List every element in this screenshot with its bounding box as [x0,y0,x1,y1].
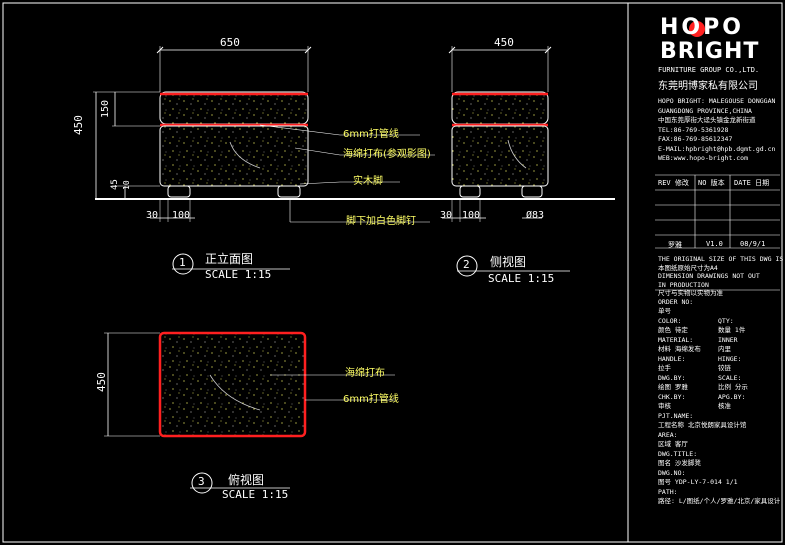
field-order: ORDER NO: 单号 [658,298,694,315]
side-cushion [451,91,549,125]
front-leg-left [167,185,191,198]
field-dwg-title: DWG.TITLE: 图名 沙发脚凳 [658,450,701,467]
front-foot-dim-b: 100 [172,210,191,221]
side-width-dim: 450 [494,36,514,49]
field-dwg-no: DWG.NO: 图号 YDP-LY-7-014 1/1 [658,469,738,486]
company-line: WEB:www.hopo-bright.com [658,154,749,162]
top-depth-dim: 450 [95,372,108,392]
title-block-fields: ORDER NO: 单号 COLOR: 颜色 待定 QTY: 数量 1件 MATER… [658,298,780,507]
top-outline [158,331,307,438]
front-leg-dim-1: 45 [110,179,120,190]
side-body [451,125,549,187]
rev-version: V1.0 [706,240,723,248]
rev-header: REV 修改 [658,179,689,187]
company-line: GUANGDONG PROVINCE,CHINA [658,106,752,115]
front-width-dim: 650 [220,36,240,49]
label-top-piping: 6mm打管线 [343,394,399,405]
logo-group: FURNITURE GROUP CO.,LTD. [658,66,760,74]
field-material: MATERIAL: 材料 海绵发布 INNER 内里 [658,336,738,353]
side-leg-left [459,185,481,198]
rev-name: 罗雅 [668,241,682,249]
label-fabric: 海绵打布(参观影图) [343,149,431,160]
note-line: 本图纸原始尺寸为A4 [658,263,718,272]
company-info: HOPO BRIGHT: MALEGOUSE DONGGAN GUANGDONG… [658,97,775,164]
no-header: NO 版本 [698,179,725,187]
front-view-number: 1 [179,256,186,269]
top-view-scale: SCALE 1:15 [222,488,289,501]
company-line: E-MAIL:hpbright@hpb.dgmt.gd.cn [658,144,776,153]
title-block: HOPO BRIGHT FURNITURE GROUP CO.,LTD. 东莞明… [630,5,785,540]
front-view-title: 正立面图 [205,252,254,266]
top-view-title: 俯视图 [228,473,265,487]
label-top-fabric: 海绵打布 [345,368,385,379]
company-line: 中国东莞厚街大迳头镇金龙新街道 [658,116,756,124]
field-color: COLOR: 颜色 待定 QTY: 数量 1件 [658,317,746,334]
top-view [104,331,395,438]
side-foot-dim-b: 100 [462,210,481,221]
field-handle: HANDLE: 拉手 HINGE: 铰链 [658,355,742,372]
logo-hopo: HOPO [660,15,744,40]
front-body [159,125,309,187]
front-cushion-dim: 150 [100,99,111,118]
label-glides: 脚下加白色脚钉 [346,216,416,227]
side-view-number: 2 [463,258,470,271]
note-line: THE ORIGINAL SIZE OF THIS DWG IS A4 [658,255,785,263]
note-line: 尺寸与实物以实物为准 [658,289,723,297]
front-foot-dim-a: 30 [146,210,159,221]
front-height-dim: 450 [72,115,85,135]
field-chk-by: CHK.BY: 审核 APG.BY: 核准 [658,393,746,410]
side-leg-right [521,185,543,198]
notes: THE ORIGINAL SIZE OF THIS DWG IS A4 本图纸原… [658,255,785,298]
company-line: TEL:86-769-5361928 [658,125,729,134]
side-view-title: 侧视图 [490,255,527,269]
note-line: DIMENSION DRAWINGS NOT OUT [658,272,760,280]
field-path: PATH: 路径: L/图纸/个人/罗雅/北京/家具设计 [658,488,781,505]
side-foot-dim-a: 30 [440,210,453,221]
front-view-scale: SCALE 1:15 [205,268,272,281]
front-leg-right [277,185,301,198]
logo-cn-name: 东莞明博家私有限公司 [658,81,758,92]
field-project: PJT.NAME: 工程名称 北京悦朗家具设计馆 [658,412,747,429]
top-view-number: 3 [198,475,205,488]
front-leg-dim-2: 10 [122,180,131,190]
label-piping: 6mm打管线 [343,129,399,140]
note-line: IN PRODUCTION [658,280,709,289]
logo-bright: BRIGHT [660,39,760,64]
front-cushion [159,91,309,125]
company-line: HOPO BRIGHT: MALEGOUSE DONGGAN [658,97,776,105]
field-area: AREA: 区域 客厅 [658,431,688,448]
field-dwg-by: DWG.BY: 绘图 罗雅 SCALE: 比例 分示 [658,374,748,391]
date-header: DATE 日期 [734,179,770,187]
side-view-scale: SCALE 1:15 [488,272,555,285]
rev-date: 08/9/1 [740,240,766,248]
label-legs: 实木脚 [353,176,383,187]
company-line: FAX:86-769-85612347 [658,135,733,143]
side-dia-dim: Ø83 [526,210,545,221]
